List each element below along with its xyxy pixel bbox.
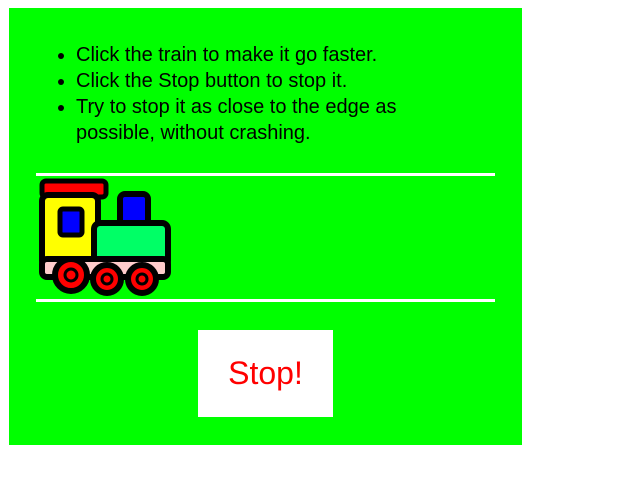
instruction-item: Click the train to make it go faster. [76, 42, 476, 68]
instructions-list: Click the train to make it go faster. Cl… [50, 42, 476, 146]
train[interactable] [34, 177, 174, 303]
instruction-item: Click the Stop button to stop it. [76, 68, 476, 94]
instruction-item: Try to stop it as close to the edge as p… [76, 94, 476, 146]
track-top-line [36, 173, 495, 176]
toy-train-icon [39, 178, 171, 296]
stop-button[interactable]: Stop! [198, 330, 333, 417]
